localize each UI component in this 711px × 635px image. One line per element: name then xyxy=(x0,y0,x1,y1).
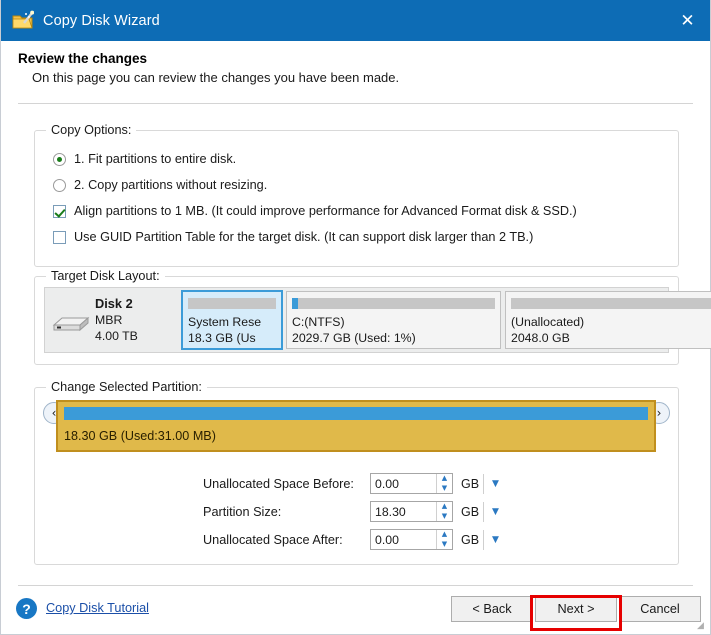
usage-bar xyxy=(292,298,495,309)
partition-unallocated[interactable]: (Unallocated) 2048.0 GB xyxy=(505,291,711,349)
hard-disk-icon xyxy=(51,305,91,335)
question-mark-icon[interactable]: ? xyxy=(16,598,37,619)
spinner-buttons[interactable]: ▲ ▼ xyxy=(436,530,452,549)
change-selected-partition-group: Change Selected Partition: ‹ › 18.30 GB … xyxy=(34,380,679,565)
disk-size: 4.00 TB xyxy=(95,329,138,343)
copy-disk-wizard-window: Copy Disk Wizard ✕ Review the changes On… xyxy=(0,0,711,635)
radio-fit-partitions[interactable] xyxy=(53,152,66,166)
option-label: 1. Fit partitions to entire disk. xyxy=(74,152,237,166)
partition-name: C:(NTFS) xyxy=(292,315,345,329)
partition-size: 18.3 GB (Us xyxy=(188,331,256,345)
option-align-partitions[interactable]: Align partitions to 1 MB. (It could impr… xyxy=(53,204,577,218)
page-header: Review the changes On this page you can … xyxy=(1,41,710,95)
window-title: Copy Disk Wizard xyxy=(43,12,160,29)
close-icon[interactable]: ✕ xyxy=(665,0,710,41)
field-unallocated-after: Unallocated Space After: ▲ ▼ GB ▼ xyxy=(203,529,499,550)
chevron-down-icon[interactable]: ▼ xyxy=(492,479,499,489)
spinner-buttons[interactable]: ▲ ▼ xyxy=(436,474,452,493)
page-subtitle: On this page you can review the changes … xyxy=(32,70,400,85)
partition-size: 2048.0 GB xyxy=(511,331,570,345)
unit-label: GB xyxy=(461,476,480,491)
field-label: Partition Size: xyxy=(203,504,282,519)
option-label: 2. Copy partitions without resizing. xyxy=(74,178,268,192)
unallocated-after-spinner[interactable]: ▲ ▼ xyxy=(370,529,453,550)
partition-name: (Unallocated) xyxy=(511,315,585,329)
footer: ? Copy Disk Tutorial < Back Next > Cance… xyxy=(1,586,710,634)
partition-size: 2029.7 GB (Used: 1%) xyxy=(292,331,416,345)
partition-size-input[interactable] xyxy=(371,502,436,521)
partition-size-spinner[interactable]: ▲ ▼ xyxy=(370,501,453,522)
field-partition-size: Partition Size: ▲ ▼ GB ▼ xyxy=(203,501,499,522)
target-disk-legend: Target Disk Layout: xyxy=(46,269,165,283)
cancel-button[interactable]: Cancel xyxy=(619,596,701,622)
field-unallocated-before: Unallocated Space Before: ▲ ▼ GB ▼ xyxy=(203,473,499,494)
chevron-down-icon[interactable]: ▼ xyxy=(492,507,499,517)
spinner-down-icon[interactable]: ▼ xyxy=(437,484,452,494)
copy-disk-tutorial-link[interactable]: Copy Disk Tutorial xyxy=(46,601,149,615)
radio-copy-without-resizing[interactable] xyxy=(53,178,66,192)
field-label: Unallocated Space After: xyxy=(203,532,343,547)
spinner-down-icon[interactable]: ▼ xyxy=(437,540,452,550)
partition-fill-bar xyxy=(64,407,648,420)
disk-meta: Disk 2 MBR 4.00 TB xyxy=(95,296,138,344)
checkbox-align-partitions[interactable] xyxy=(53,204,66,218)
spinner-down-icon[interactable]: ▼ xyxy=(437,512,452,522)
disk-strip: Disk 2 MBR 4.00 TB System Rese 18.3 GB (… xyxy=(44,287,711,353)
next-button[interactable]: Next > xyxy=(535,596,617,622)
divider xyxy=(483,501,484,522)
back-button[interactable]: < Back xyxy=(451,596,533,622)
option-use-gpt[interactable]: Use GUID Partition Table for the target … xyxy=(53,230,533,244)
title-bar: Copy Disk Wizard ✕ xyxy=(1,0,710,41)
spinner-up-icon[interactable]: ▲ xyxy=(437,502,452,512)
partition-c-ntfs[interactable]: C:(NTFS) 2029.7 GB (Used: 1%) xyxy=(286,291,501,349)
disk-name: Disk 2 xyxy=(95,296,133,311)
unallocated-before-input[interactable] xyxy=(371,474,436,493)
divider xyxy=(483,473,484,494)
option-fit-partitions[interactable]: 1. Fit partitions to entire disk. xyxy=(53,152,236,166)
option-label: Use GUID Partition Table for the target … xyxy=(74,230,534,244)
partition-name: System Rese xyxy=(188,315,262,329)
disk-info: Disk 2 MBR 4.00 TB xyxy=(45,288,180,352)
usage-bar xyxy=(188,298,276,309)
partition-system-reserved[interactable]: System Rese 18.3 GB (Us xyxy=(181,290,283,350)
partition-block[interactable]: 18.30 GB (Used:31.00 MB) xyxy=(56,400,656,452)
resize-grip-icon[interactable]: ◢ xyxy=(697,622,707,632)
divider xyxy=(483,529,484,550)
spinner-buttons[interactable]: ▲ ▼ xyxy=(436,502,452,521)
unit-label: GB xyxy=(461,532,480,547)
unit-label: GB xyxy=(461,504,480,519)
unallocated-before-spinner[interactable]: ▲ ▼ xyxy=(370,473,453,494)
disk-scheme: MBR xyxy=(95,313,123,327)
spinner-up-icon[interactable]: ▲ xyxy=(437,474,452,484)
copy-options-legend: Copy Options: xyxy=(46,123,137,137)
usage-bar xyxy=(511,298,711,309)
change-partition-legend: Change Selected Partition: xyxy=(46,380,207,394)
wizard-disk-icon xyxy=(12,10,35,32)
partition-block-label: 18.30 GB (Used:31.00 MB) xyxy=(64,429,216,443)
header-divider xyxy=(18,103,693,104)
spinner-up-icon[interactable]: ▲ xyxy=(437,530,452,540)
chevron-down-icon[interactable]: ▼ xyxy=(492,535,499,545)
option-label: Align partitions to 1 MB. (It could impr… xyxy=(74,204,577,218)
page-title: Review the changes xyxy=(18,51,148,66)
checkbox-use-gpt[interactable] xyxy=(53,230,66,244)
field-label: Unallocated Space Before: xyxy=(203,476,354,491)
option-copy-without-resizing[interactable]: 2. Copy partitions without resizing. xyxy=(53,178,267,192)
target-disk-layout-group: Target Disk Layout: Disk 2 MBR 4.00 TB S… xyxy=(34,269,711,365)
unallocated-after-input[interactable] xyxy=(371,530,436,549)
copy-options-group: Copy Options: 1. Fit partitions to entir… xyxy=(34,123,679,267)
selected-partition-visual[interactable]: 18.30 GB (Used:31.00 MB) xyxy=(56,400,656,452)
